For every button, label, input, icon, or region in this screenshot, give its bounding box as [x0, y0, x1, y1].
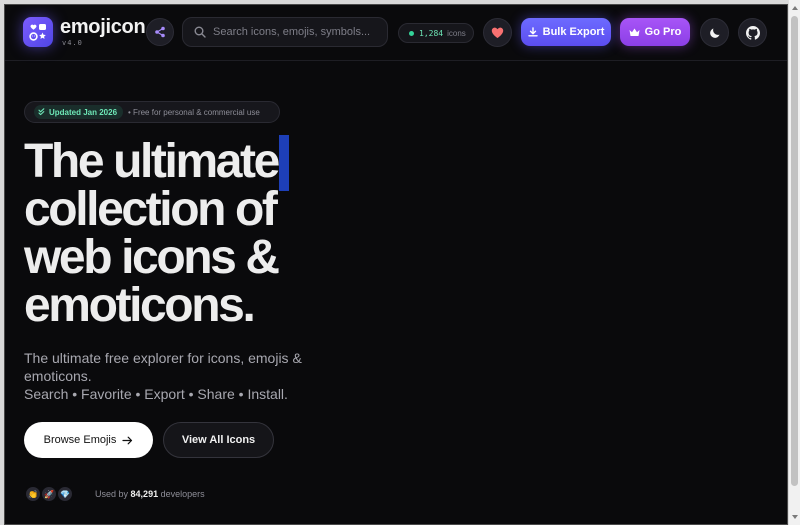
view-all-icons-button[interactable]: View All Icons: [163, 422, 274, 458]
theme-toggle-button[interactable]: [700, 18, 729, 47]
brand-logo[interactable]: [23, 17, 53, 47]
browse-emojis-label: Browse Emojis: [43, 434, 117, 446]
app-window: emojicon v4.0 1,284 icons: [4, 4, 788, 525]
top-nav: emojicon v4.0 1,284 icons: [5, 5, 787, 61]
hero-title-line-1: The ultimate: [24, 135, 280, 188]
double-check-icon: [38, 108, 45, 116]
developer-count: 84,291: [130, 489, 159, 499]
share-nodes-icon: [155, 26, 165, 38]
used-by-prefix: Used by: [95, 489, 129, 499]
share-button[interactable]: [146, 18, 174, 46]
scroll-down-icon[interactable]: [792, 515, 798, 519]
status-dot-icon: [409, 30, 414, 36]
hero-title-line-3: web icons &: [24, 231, 280, 284]
favorites-button[interactable]: [483, 18, 512, 47]
scroll-up-icon[interactable]: [792, 6, 798, 10]
used-by-suffix: developers: [160, 489, 205, 499]
logo-glyph-icon: [29, 24, 46, 41]
user-avatars: 👏 🚀 💎: [24, 485, 84, 503]
view-all-icons-label: View All Icons: [181, 434, 256, 446]
magnifier-icon: [194, 26, 206, 38]
text-caret: [278, 135, 289, 191]
search-box: [182, 17, 388, 47]
license-note: • Free for personal & commercial use: [128, 107, 260, 117]
arrow-right-icon: [122, 436, 133, 444]
avatar: 💎: [56, 485, 74, 503]
hero-actions-text: Search • Favorite • Export • Share • Ins…: [24, 386, 288, 402]
hero-title: The ultimate collection of web icons & e…: [24, 135, 324, 332]
go-pro-label: Go Pro: [644, 26, 682, 38]
icon-count-badge: 1,284 icons: [398, 23, 474, 43]
github-button[interactable]: [738, 18, 767, 47]
scroll-thumb[interactable]: [791, 16, 798, 486]
go-pro-button[interactable]: Go Pro: [620, 18, 690, 46]
browse-emojis-button[interactable]: Browse Emojis: [24, 422, 153, 458]
update-badge: Updated Jan 2026 • Free for personal & c…: [24, 101, 280, 123]
icon-count: 1,284: [419, 28, 444, 38]
icon-count-label: icons: [447, 28, 466, 38]
crown-icon: [629, 28, 640, 36]
github-icon: [745, 25, 760, 40]
hero-subtitle: The ultimate free explorer for icons, em…: [24, 350, 302, 384]
heart-icon: [491, 27, 504, 38]
bulk-export-button[interactable]: Bulk Export: [521, 18, 611, 46]
hero-title-line-4: emoticons.: [24, 279, 256, 332]
social-proof-text: Used by 84,291 developers: [95, 489, 205, 499]
search-input[interactable]: [213, 18, 383, 46]
brand-name[interactable]: emojicon: [60, 16, 146, 39]
hero-title-line-2: collection of: [24, 183, 278, 236]
download-icon: [527, 27, 538, 37]
page-scrollbar[interactable]: [788, 0, 800, 525]
hero-title-line: The ultimate: [24, 135, 324, 191]
update-tag-label: Updated Jan 2026: [49, 107, 118, 117]
moon-icon: [709, 28, 719, 38]
update-tag: Updated Jan 2026: [34, 105, 124, 119]
brand-version: v4.0: [62, 39, 83, 47]
bulk-export-label: Bulk Export: [542, 26, 605, 38]
